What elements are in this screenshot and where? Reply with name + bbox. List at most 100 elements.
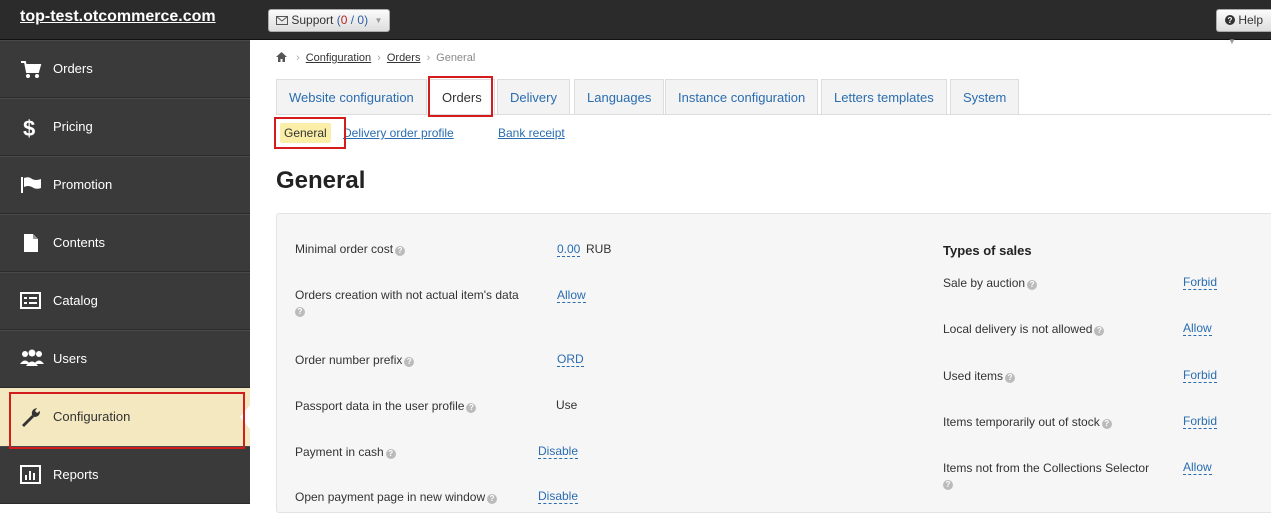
sidebar-item-contents[interactable]: Contents [0, 214, 250, 272]
used-items-value[interactable]: Forbid [1183, 368, 1218, 383]
support-total-count: 0 [357, 13, 365, 27]
setting-orders-creation: Orders creation with not actual item's d… [295, 288, 519, 317]
setting-label: Passport data in the user profile [295, 399, 465, 413]
passport-data-value: Use [556, 398, 578, 412]
setting-label: Used items [943, 369, 1004, 383]
caret-down-icon: ▼ [1228, 37, 1236, 46]
help-icon[interactable]: ? [295, 307, 305, 317]
sale-type-local-delivery: Local delivery is not allowed? [943, 322, 1105, 336]
tab-languages[interactable]: Languages [574, 79, 665, 114]
tabs-divider [276, 114, 1271, 115]
sidebar-item-users[interactable]: Users [0, 330, 250, 388]
support-count-sep: / [347, 13, 358, 27]
subtab-bank-receipt[interactable]: Bank receipt [498, 126, 565, 140]
sidebar-item-label: Users [53, 351, 87, 366]
help-icon[interactable]: ? [1101, 419, 1112, 429]
setting-passport-data: Passport data in the user profile? [295, 399, 477, 413]
help-icon[interactable]: ? [1094, 326, 1105, 336]
local-delivery-value[interactable]: Allow [1183, 321, 1212, 336]
help-button[interactable]: ? Help ▼ [1216, 9, 1271, 46]
sale-type-auction: Sale by auction? [943, 276, 1038, 290]
order-prefix-value[interactable]: ORD [557, 352, 584, 367]
flag-icon [20, 175, 42, 195]
setting-order-number-prefix: Order number prefix? [295, 353, 415, 367]
sidebar-item-promotion[interactable]: Promotion [0, 156, 250, 214]
help-icon[interactable]: ? [385, 449, 396, 459]
envelope-icon [276, 13, 291, 27]
sale-type-out-of-stock: Items temporarily out of stock? [943, 415, 1112, 429]
setting-minimal-order-cost: Minimal order cost? [295, 242, 406, 256]
sale-type-collections: Items not from the Collections Selector … [943, 461, 1149, 490]
support-label: Support [291, 13, 334, 27]
help-label: Help [1238, 13, 1264, 27]
setting-label: Minimal order cost [295, 242, 394, 256]
auction-value[interactable]: Forbid [1183, 275, 1218, 290]
help-icon[interactable]: ? [943, 480, 953, 490]
tab-system[interactable]: System [950, 79, 1020, 114]
top-bar: top-test.otcommerce.com Support (0 / 0) … [0, 0, 1271, 46]
currency-unit: RUB [586, 242, 612, 256]
setting-label: Open payment page in new window [295, 490, 486, 504]
help-icon[interactable]: ? [466, 403, 477, 413]
list-icon [20, 291, 42, 311]
breadcrumb: › Configuration › Orders › General [276, 52, 475, 64]
setting-open-payment-page: Open payment page in new window? [295, 490, 498, 504]
sidebar-item-label: Promotion [53, 177, 113, 192]
orders-creation-value[interactable]: Allow [557, 288, 586, 303]
tab-delivery[interactable]: Delivery [497, 79, 570, 114]
tab-instance-configuration[interactable]: Instance configuration [665, 79, 819, 114]
breadcrumb-orders[interactable]: Orders [387, 52, 421, 64]
types-of-sales-title: Types of sales [943, 243, 1032, 258]
sidebar-item-label: Catalog [53, 293, 98, 308]
bar-chart-icon [20, 465, 42, 485]
page-title: General [276, 167, 366, 194]
sidebar-item-label: Pricing [53, 119, 93, 134]
help-icon[interactable]: ? [487, 494, 498, 504]
sidebar-item-orders[interactable]: Orders [0, 40, 250, 98]
payment-cash-value[interactable]: Disable [538, 444, 579, 459]
svg-text:?: ? [1228, 16, 1233, 25]
sale-type-used-items: Used items? [943, 369, 1016, 383]
support-button[interactable]: Support (0 / 0) ▼ [268, 9, 391, 32]
collections-value[interactable]: Allow [1183, 460, 1212, 475]
help-icon[interactable]: ? [1005, 373, 1016, 383]
users-icon [20, 349, 44, 369]
help-icon[interactable]: ? [404, 357, 415, 367]
setting-label: Local delivery is not allowed [943, 322, 1093, 336]
highlight-configuration [9, 392, 245, 449]
sidebar-item-label: Contents [53, 235, 106, 250]
breadcrumb-current: General [436, 52, 476, 64]
dollar-icon: $ [20, 116, 42, 141]
caret-down-icon: ▼ [374, 16, 383, 25]
open-payment-value[interactable]: Disable [538, 489, 579, 504]
cart-icon [20, 59, 42, 79]
sidebar-item-pricing[interactable]: $ Pricing [0, 98, 250, 156]
setting-label: Items not from the Collections Selector [943, 461, 1150, 475]
document-icon [20, 233, 42, 253]
breadcrumb-configuration[interactable]: Configuration [306, 52, 371, 64]
sidebar-item-label: Reports [53, 467, 99, 482]
setting-payment-in-cash: Payment in cash? [295, 445, 396, 459]
out-of-stock-value[interactable]: Forbid [1183, 414, 1218, 429]
setting-label: Orders creation with not actual item's d… [295, 288, 519, 302]
help-icon[interactable]: ? [1027, 280, 1038, 290]
tab-letters-templates[interactable]: Letters templates [821, 79, 947, 114]
sidebar-item-label: Orders [53, 61, 93, 76]
sidebar-item-catalog[interactable]: Catalog [0, 272, 250, 330]
home-icon[interactable] [276, 52, 290, 64]
brand: top-test.otcommerce.com [0, 0, 250, 40]
sidebar-item-reports[interactable]: Reports [0, 446, 250, 504]
setting-label: Items temporarily out of stock [943, 415, 1100, 429]
help-icon[interactable]: ? [395, 246, 406, 256]
minimal-order-cost-value[interactable]: 0.00 [557, 242, 581, 257]
brand-link[interactable]: top-test.otcommerce.com [20, 8, 216, 26]
highlight-general-subtab [274, 117, 346, 149]
setting-label: Order number prefix [295, 353, 403, 367]
question-circle-icon: ? [1225, 13, 1238, 27]
support-count: (0 / 0) [336, 13, 369, 27]
setting-label: Sale by auction [943, 276, 1026, 290]
setting-label: Payment in cash [295, 445, 384, 459]
highlight-orders-tab [428, 76, 493, 117]
tab-website-configuration[interactable]: Website configuration [276, 79, 427, 114]
subtab-delivery-order-profile[interactable]: Delivery order profile [343, 126, 454, 140]
